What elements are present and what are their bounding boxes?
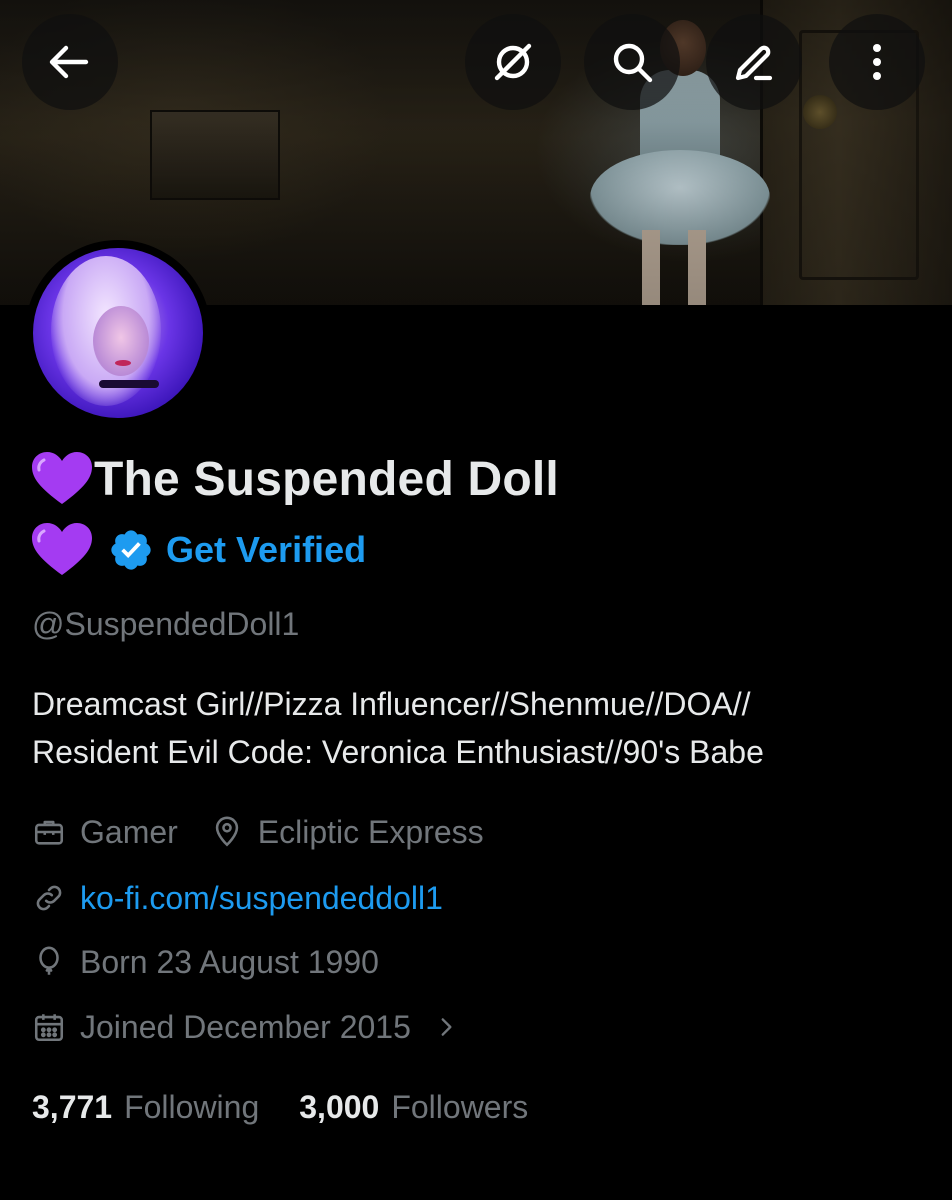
- profile-meta-joined[interactable]: Joined December 2015: [32, 1005, 473, 1049]
- profile-meta-birthday: Born 23 August 1990: [32, 940, 379, 984]
- website-link[interactable]: ko-fi.com/suspendeddoll1: [80, 880, 443, 917]
- purple-heart-icon: [30, 521, 94, 579]
- link-icon: [36, 885, 62, 911]
- joined-label: Joined December 2015: [80, 1008, 411, 1045]
- followers-label: Followers: [391, 1088, 529, 1125]
- edit-pencil-icon: [735, 45, 773, 81]
- bio-line: Dreamcast Girl//Pizza Influencer//Shenmu…: [32, 686, 751, 722]
- back-arrow-icon: [49, 45, 89, 79]
- search-icon: [613, 43, 653, 83]
- grok-button[interactable]: [465, 14, 561, 110]
- verify-row: Get Verified: [30, 520, 366, 580]
- chevron-right-icon: [441, 1018, 452, 1036]
- grok-icon: [494, 43, 532, 81]
- briefcase-icon: [34, 820, 64, 845]
- verified-badge-icon[interactable]: [108, 527, 154, 573]
- back-button[interactable]: [22, 14, 118, 110]
- followers-count: 3,000: [299, 1088, 380, 1125]
- profile-meta-website: ko-fi.com/suspendeddoll1: [32, 876, 443, 920]
- get-verified-link[interactable]: Get Verified: [166, 529, 366, 571]
- display-name-row: The Suspended Doll: [30, 448, 559, 510]
- location-pin-icon: [215, 816, 238, 847]
- profile-page: The Suspended Doll Get Verified @Suspend…: [0, 0, 952, 1200]
- balloon-icon: [39, 946, 59, 975]
- following-label: Following: [124, 1088, 260, 1125]
- follow-stats: 3,771 Following 3,000 Followers: [32, 1082, 528, 1132]
- profession-label: Gamer: [80, 813, 178, 850]
- following-stat[interactable]: 3,771 Following: [32, 1089, 259, 1126]
- display-name: The Suspended Doll: [94, 452, 559, 506]
- avatar[interactable]: [25, 240, 211, 426]
- calendar-icon: [34, 1014, 64, 1042]
- search-button[interactable]: [584, 14, 680, 110]
- bio: Dreamcast Girl//Pizza Influencer//Shenmu…: [32, 680, 932, 776]
- more-options-button[interactable]: [829, 14, 925, 110]
- followers-stat[interactable]: 3,000 Followers: [299, 1089, 528, 1126]
- username-handle: @SuspendedDoll1: [32, 606, 300, 642]
- birthday-label: Born 23 August 1990: [80, 943, 379, 980]
- more-vertical-icon: [873, 44, 881, 80]
- purple-heart-icon: [30, 450, 94, 508]
- following-count: 3,771: [32, 1088, 113, 1125]
- bio-line: Resident Evil Code: Veronica Enthusiast/…: [32, 734, 764, 770]
- avatar-image: [33, 248, 203, 418]
- location-label: Ecliptic Express: [257, 813, 484, 850]
- edit-button[interactable]: [706, 14, 802, 110]
- profile-meta-work-location: Gamer Ecliptic Express: [32, 810, 484, 854]
